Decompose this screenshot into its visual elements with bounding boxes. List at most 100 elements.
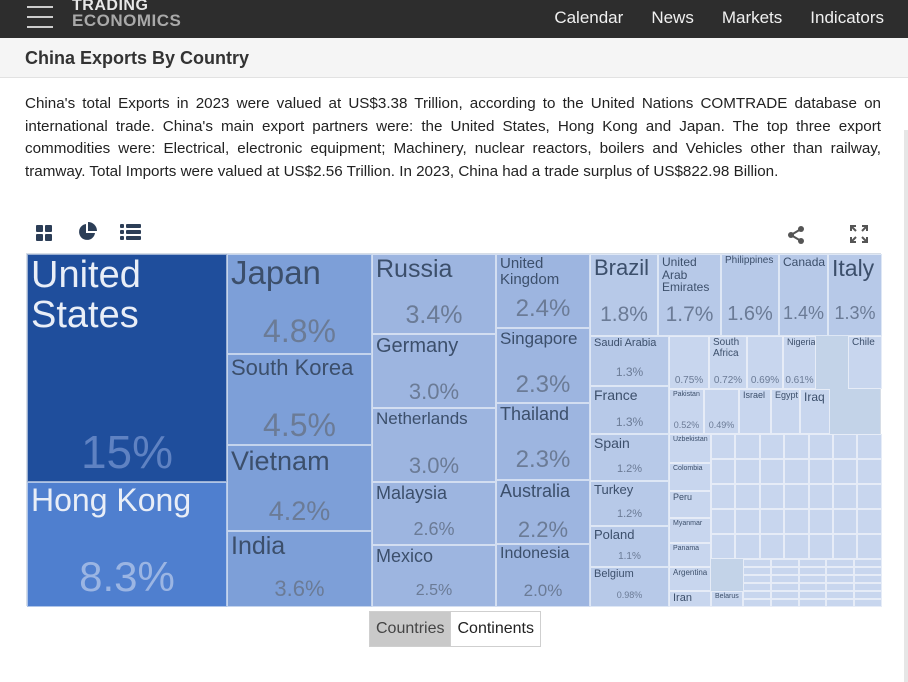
treemap-minor-cell[interactable] — [759, 534, 785, 559]
treemap-minor-cell[interactable] — [808, 534, 833, 559]
treemap-minor-cell[interactable] — [735, 509, 760, 534]
treemap-minor-cell[interactable] — [759, 459, 785, 484]
treemap-minor-cell[interactable] — [759, 509, 785, 534]
grid-icon[interactable] — [35, 224, 53, 242]
continents-toggle-button[interactable]: Continents — [450, 612, 540, 646]
treemap-minor-cell[interactable] — [854, 567, 882, 575]
treemap-cell[interactable]: Turkey 1.2% — [590, 481, 669, 526]
treemap-minor-cell[interactable] — [711, 534, 736, 559]
treemap-minor-cell[interactable] — [798, 559, 827, 567]
treemap-cell[interactable]: Philippines 1.6% — [721, 254, 779, 336]
treemap-cell[interactable]: Hong Kong 8.3% — [27, 482, 227, 607]
treemap-minor-cell[interactable] — [833, 434, 858, 459]
treemap-cell[interactable]: France 1.3% — [590, 386, 669, 434]
treemap-minor-cell[interactable] — [784, 434, 809, 459]
treemap-minor-cell[interactable] — [743, 575, 771, 583]
treemap-minor-cell[interactable] — [857, 434, 882, 459]
fullscreen-icon[interactable] — [850, 225, 868, 243]
treemap-cell[interactable]: Poland 1.1% — [590, 526, 669, 567]
treemap-minor-cell[interactable] — [798, 575, 827, 583]
treemap-minor-cell[interactable] — [826, 559, 855, 567]
treemap-cell[interactable]: Thailand 2.3% — [496, 403, 590, 480]
pie-chart-icon[interactable] — [77, 222, 97, 242]
treemap-cell[interactable]: Pakistan 0.52% — [669, 389, 704, 434]
treemap-cell[interactable]: Netherlands 3.0% — [372, 408, 496, 482]
trading-economics-logo[interactable]: TRADING ECONOMICS — [72, 0, 181, 29]
exports-treemap[interactable]: United States 15% Hong Kong 8.3% Japan 4.8% So… — [26, 253, 882, 607]
treemap-minor-cell[interactable] — [735, 484, 760, 509]
treemap-minor-cell[interactable] — [711, 434, 736, 459]
nav-markets[interactable]: Markets — [722, 8, 782, 28]
treemap-cell[interactable]: Belgium 0.98% — [590, 567, 669, 607]
share-icon[interactable] — [787, 226, 805, 244]
treemap-minor-cell[interactable] — [784, 509, 809, 534]
treemap-minor-cell[interactable] — [743, 591, 771, 599]
treemap-minor-cell[interactable] — [784, 459, 809, 484]
treemap-minor-cell[interactable] — [770, 567, 799, 575]
treemap-cell[interactable]: Brazil 1.8% — [590, 254, 658, 336]
treemap-cell[interactable]: 0.49% — [704, 389, 739, 434]
treemap-minor-cell[interactable] — [770, 599, 799, 607]
treemap-cell[interactable]: Argentina — [669, 567, 711, 591]
treemap-minor-cell[interactable] — [857, 509, 882, 534]
treemap-cell[interactable]: Myanmar — [669, 518, 711, 543]
treemap-minor-cell[interactable] — [711, 459, 736, 484]
treemap-cell[interactable]: Australia 2.2% — [496, 480, 590, 544]
treemap-cell[interactable]: Russia 3.4% — [372, 254, 496, 334]
treemap-minor-cell[interactable] — [770, 559, 799, 567]
treemap-minor-cell[interactable] — [784, 484, 809, 509]
treemap-minor-cell[interactable] — [743, 559, 771, 567]
treemap-minor-cell[interactable] — [826, 583, 855, 591]
treemap-minor-cell[interactable] — [711, 509, 736, 534]
nav-news[interactable]: News — [651, 8, 694, 28]
treemap-minor-cell[interactable] — [857, 534, 882, 559]
treemap-minor-cell[interactable] — [808, 509, 833, 534]
treemap-cell[interactable]: Belarus — [711, 591, 743, 607]
treemap-minor-cell[interactable] — [784, 534, 809, 559]
treemap-minor-cell[interactable] — [770, 575, 799, 583]
hamburger-menu-icon[interactable] — [27, 6, 53, 28]
treemap-minor-cell[interactable] — [735, 534, 760, 559]
page-scrollbar[interactable] — [904, 130, 908, 682]
treemap-cell[interactable]: Spain 1.2% — [590, 434, 669, 481]
treemap-minor-cell[interactable] — [854, 583, 882, 591]
treemap-cell[interactable]: Israel — [739, 389, 771, 434]
treemap-cell[interactable]: Egypt — [771, 389, 800, 434]
treemap-cell[interactable]: 0.69% — [747, 336, 783, 389]
treemap-cell[interactable]: Japan 4.8% — [227, 254, 372, 354]
treemap-cell[interactable]: Mexico 2.5% — [372, 545, 496, 607]
treemap-cell[interactable]: Colombia — [669, 463, 711, 491]
treemap-cell[interactable]: South Africa 0.72% — [709, 336, 747, 389]
treemap-cell[interactable]: South Korea 4.5% — [227, 354, 372, 445]
treemap-cell[interactable]: Iraq — [800, 389, 830, 434]
treemap-cell[interactable]: India 3.6% — [227, 531, 372, 607]
treemap-minor-cell[interactable] — [826, 575, 855, 583]
treemap-cell[interactable]: Peru — [669, 491, 711, 518]
treemap-minor-cell[interactable] — [833, 509, 858, 534]
treemap-minor-cell[interactable] — [743, 567, 771, 575]
list-icon[interactable] — [120, 224, 141, 241]
treemap-cell[interactable]: Indonesia 2.0% — [496, 544, 590, 607]
treemap-minor-cell[interactable] — [854, 559, 882, 567]
treemap-cell[interactable]: 0.75% — [669, 336, 709, 389]
treemap-cell[interactable]: Malaysia 2.6% — [372, 482, 496, 545]
treemap-minor-cell[interactable] — [759, 434, 785, 459]
treemap-cell[interactable]: Iran — [669, 591, 711, 607]
treemap-minor-cell[interactable] — [808, 484, 833, 509]
treemap-cell[interactable]: Saudi Arabia 1.3% — [590, 336, 669, 386]
treemap-cell[interactable]: United Kingdom 2.4% — [496, 254, 590, 328]
treemap-minor-cell[interactable] — [833, 534, 858, 559]
treemap-minor-cell[interactable] — [826, 599, 855, 607]
treemap-minor-cell[interactable] — [854, 599, 882, 607]
treemap-minor-cell[interactable] — [854, 575, 882, 583]
treemap-cell[interactable]: Germany 3.0% — [372, 334, 496, 408]
treemap-cell[interactable]: United Arab Emirates 1.7% — [658, 254, 721, 336]
treemap-minor-cell[interactable] — [735, 459, 760, 484]
treemap-minor-cell[interactable] — [770, 591, 799, 599]
treemap-cell[interactable]: Panama — [669, 543, 711, 567]
treemap-minor-cell[interactable] — [735, 434, 760, 459]
treemap-minor-cell[interactable] — [798, 583, 827, 591]
nav-calendar[interactable]: Calendar — [554, 8, 623, 28]
treemap-minor-cell[interactable] — [743, 583, 771, 591]
treemap-minor-cell[interactable] — [743, 599, 771, 607]
